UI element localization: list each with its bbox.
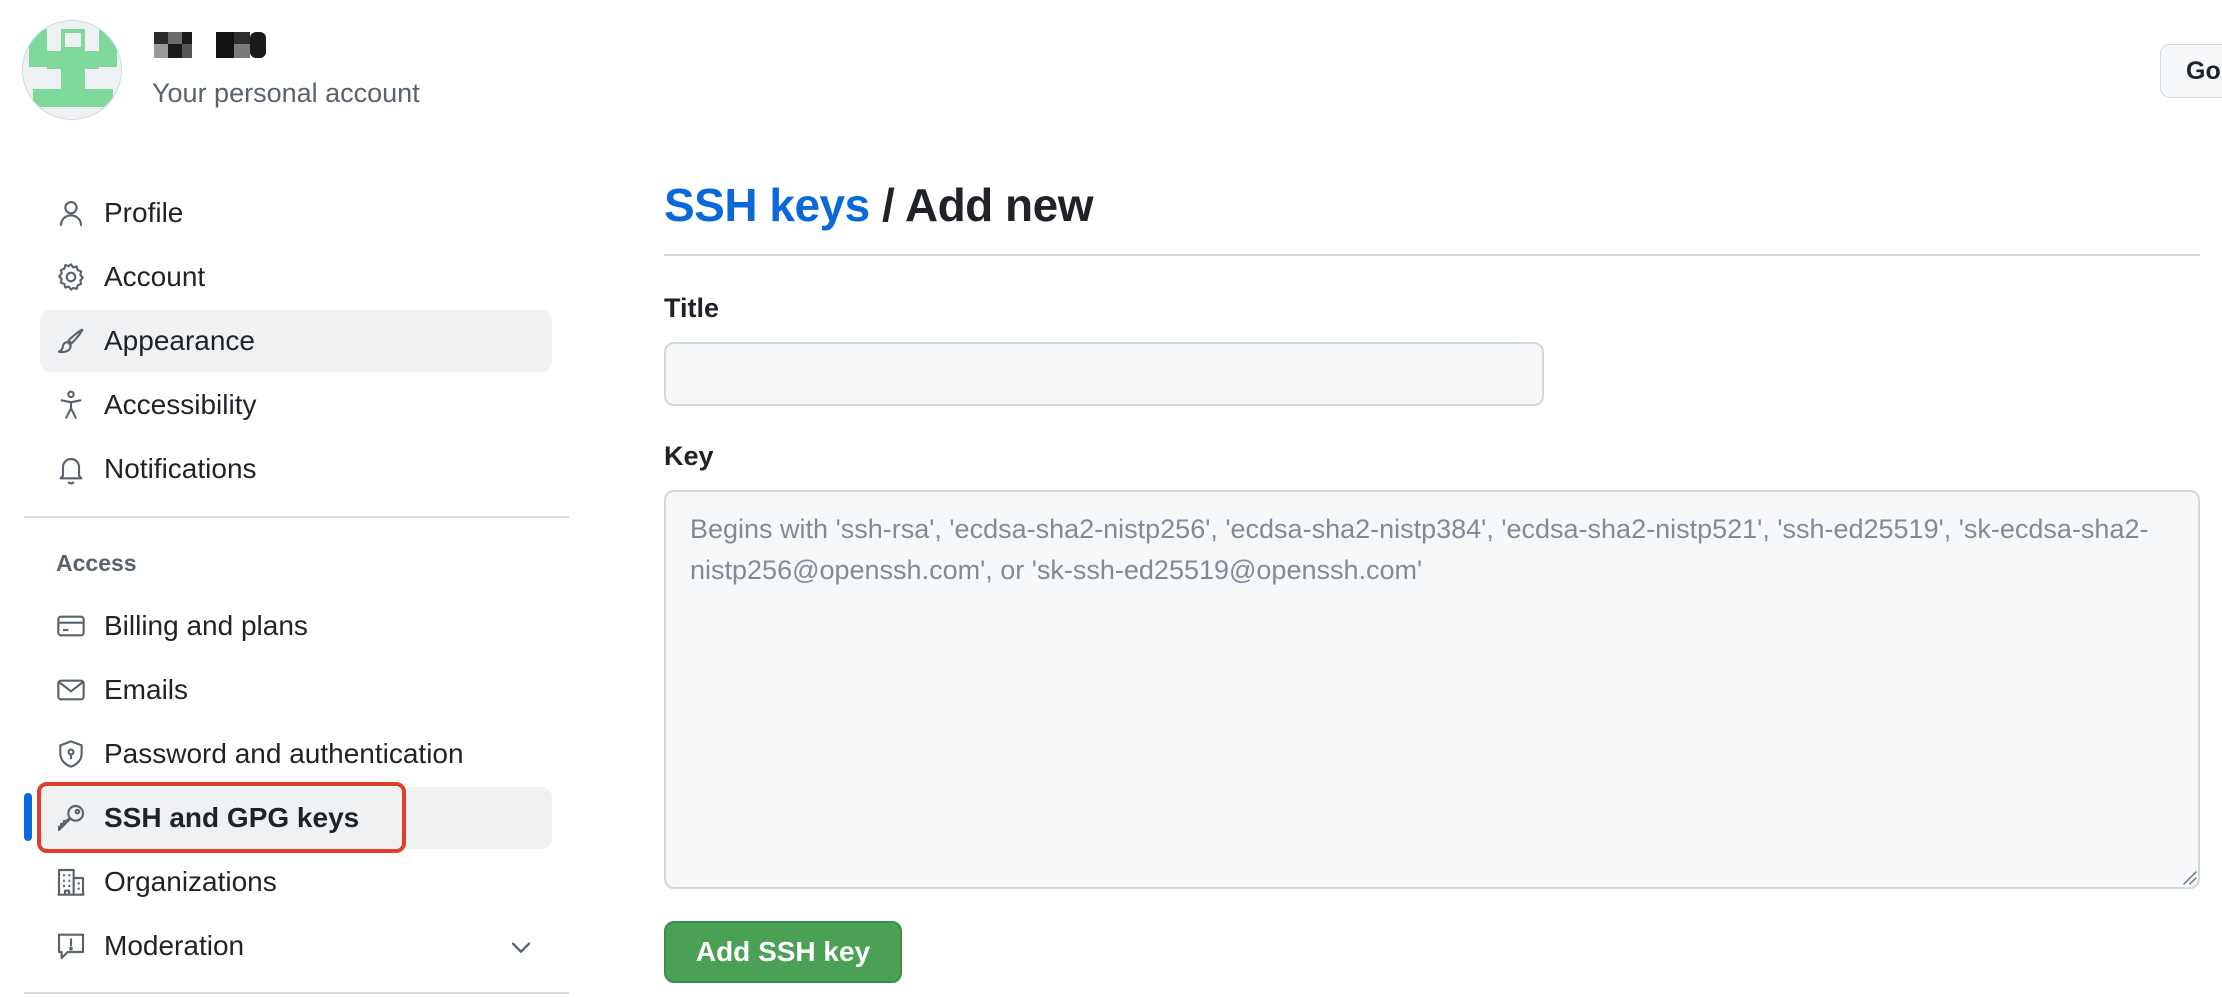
person-icon xyxy=(55,197,87,229)
sidebar-item-label: SSH and GPG keys xyxy=(104,802,360,833)
sidebar-item-accessibility[interactable]: Accessibility xyxy=(40,374,552,436)
sidebar-item-label: Moderation xyxy=(104,930,245,961)
sidebar-item-ssh-gpg-keys[interactable]: SSH and GPG keys xyxy=(40,787,552,849)
active-item-indicator xyxy=(24,793,32,841)
paintbrush-icon xyxy=(55,325,87,357)
sidebar-divider xyxy=(24,992,569,994)
sidebar-item-label: Emails xyxy=(104,674,189,705)
title-divider xyxy=(664,254,2200,256)
accessibility-icon xyxy=(55,389,87,421)
sidebar-section-heading: Access xyxy=(56,550,137,576)
sidebar-item-password-authentication[interactable]: Password and authentication xyxy=(40,723,552,785)
breadcrumb-separator: / xyxy=(869,179,905,231)
add-ssh-key-button[interactable]: Add SSH key xyxy=(664,921,902,983)
sidebar-item-label: Organizations xyxy=(104,866,277,897)
sidebar-item-appearance[interactable]: Appearance xyxy=(40,310,552,372)
breadcrumb-link-ssh-keys[interactable]: SSH keys xyxy=(664,179,870,231)
sidebar-item-billing[interactable]: Billing and plans xyxy=(40,595,552,657)
title-input[interactable] xyxy=(664,342,1544,406)
title-label: Title xyxy=(664,293,720,323)
breadcrumb-current: Add new xyxy=(904,179,1094,231)
sidebar-divider xyxy=(24,516,569,518)
sidebar-item-emails[interactable]: Emails xyxy=(40,659,552,721)
key-label: Key xyxy=(664,441,714,471)
key-icon xyxy=(55,802,87,834)
sidebar-item-label: Accessibility xyxy=(104,389,257,420)
go-to-profile-button[interactable]: Go xyxy=(2160,44,2222,98)
key-textarea[interactable] xyxy=(664,490,2200,889)
sidebar-item-account[interactable]: Account xyxy=(40,246,552,308)
settings-page: ■■ ■■ Your personal account Go Profile A… xyxy=(0,0,2222,998)
gear-icon xyxy=(55,261,87,293)
sidebar-item-label: Appearance xyxy=(104,325,256,356)
sidebar-item-label: Billing and plans xyxy=(104,610,308,641)
sidebar-item-notifications[interactable]: Notifications xyxy=(40,438,552,500)
shield-lock-icon xyxy=(55,738,87,770)
settings-sidebar: Profile Account Appearance Accessibility xyxy=(0,0,580,998)
bell-icon xyxy=(55,453,87,485)
chevron-down-icon[interactable] xyxy=(505,931,537,963)
sidebar-item-label: Profile xyxy=(104,197,184,228)
organization-icon xyxy=(55,866,87,898)
sidebar-item-label: Notifications xyxy=(104,453,257,484)
report-icon xyxy=(55,930,87,962)
resize-handle-icon[interactable] xyxy=(2180,868,2198,886)
sidebar-item-organizations[interactable]: Organizations xyxy=(40,851,552,913)
sidebar-item-label: Account xyxy=(104,261,206,292)
sidebar-item-label: Password and authentication xyxy=(104,738,464,769)
sidebar-item-moderation[interactable]: Moderation xyxy=(40,915,552,977)
credit-card-icon xyxy=(55,610,87,642)
mail-icon xyxy=(55,674,87,706)
sidebar-item-profile[interactable]: Profile xyxy=(40,182,552,244)
page-title: SSH keys / Add new xyxy=(664,178,1094,232)
